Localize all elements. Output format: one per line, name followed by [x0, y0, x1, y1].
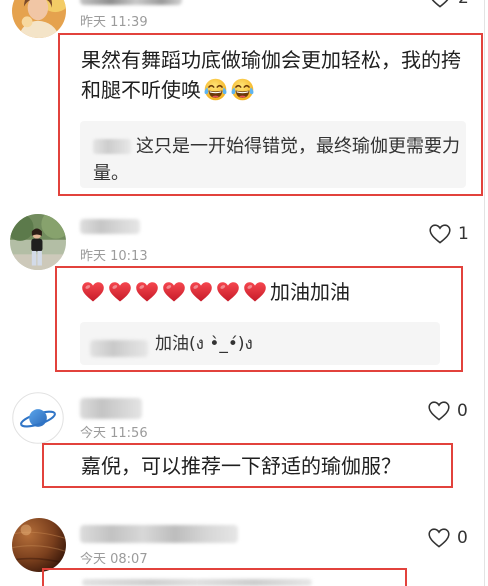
comment-text: 果然有舞蹈功底做瑜伽会更加轻松，我的挎和腿不听使唤 — [81, 45, 473, 105]
timestamp: 昨天 10:13 — [80, 249, 148, 264]
face-with-tears-of-joy-icon — [204, 78, 227, 101]
comment-text-content: 加油加油 — [270, 280, 350, 304]
red-heart-icon — [244, 282, 266, 302]
red-heart-icon — [190, 282, 212, 302]
timestamp: 今天 11:56 — [80, 426, 148, 441]
heart-outline-icon — [429, 224, 451, 244]
username[interactable] — [80, 525, 238, 543]
reply-text-content: 这只是一开始得错觉，最终瑜伽更需要力量。 — [93, 136, 460, 184]
red-heart-icon — [163, 282, 185, 302]
comment: 昨天 10:13 1 加油加油 加油(ง •̀_•́)ง — [0, 205, 488, 377]
planet-icon — [12, 392, 64, 444]
comment: 今天 08:07 0 — [0, 510, 488, 586]
heart-outline-icon — [428, 528, 450, 548]
reply-text: 加油(ง •̀_•́)ง — [155, 332, 253, 356]
avatar[interactable] — [12, 0, 66, 38]
like-count: 2 — [458, 0, 469, 8]
reply-username[interactable] — [90, 340, 148, 357]
timestamp: 今天 08:07 — [80, 552, 148, 567]
timestamp: 昨天 11:39 — [80, 15, 148, 30]
comment-text-content: 嘉倪，可以推荐一下舒适的瑜伽服？ — [81, 454, 401, 478]
like-button[interactable]: 0 — [428, 400, 468, 422]
comment-emojis — [81, 280, 270, 304]
like-button[interactable]: 1 — [429, 223, 469, 245]
avatar-image — [10, 214, 66, 270]
reply-username[interactable] — [93, 139, 131, 154]
like-button[interactable]: 2 — [429, 0, 469, 9]
reply-text: 这只是一开始得错觉，最终瑜伽更需要力量。 — [93, 133, 465, 187]
avatar[interactable] — [12, 518, 66, 572]
username[interactable] — [80, 398, 142, 419]
comment-text-content: 果然有舞蹈功底做瑜伽会更加轻松，我的挎和腿不听使唤 — [81, 48, 461, 102]
like-button[interactable]: 0 — [428, 527, 468, 549]
avatar-image — [12, 0, 66, 38]
username[interactable] — [80, 0, 182, 5]
redacted-comment-text — [82, 579, 312, 586]
like-count: 1 — [458, 224, 469, 244]
comment: 昨天 11:39 2 果然有舞蹈功底做瑜伽会更加轻松，我的挎和腿不听使唤 这只是… — [0, 0, 488, 200]
red-heart-icon — [82, 282, 104, 302]
reply-text-content: 加油(ง •̀_•́)ง — [155, 334, 253, 354]
comment: 今天 11:56 0 嘉倪，可以推荐一下舒适的瑜伽服？ — [0, 385, 488, 493]
red-heart-icon — [217, 282, 239, 302]
like-count: 0 — [457, 528, 468, 548]
reply-preview[interactable]: 这只是一开始得错觉，最终瑜伽更需要力量。 — [80, 121, 466, 188]
avatar[interactable] — [10, 214, 66, 270]
reply-preview[interactable]: 加油(ง •̀_•́)ง — [80, 322, 440, 365]
red-heart-icon — [109, 282, 131, 302]
heart-outline-icon — [431, 0, 449, 8]
face-with-tears-of-joy-icon — [231, 78, 254, 101]
red-heart-icon — [136, 282, 158, 302]
like-count: 0 — [457, 401, 468, 421]
comment-emojis — [201, 78, 255, 102]
avatar-image — [12, 518, 66, 572]
comment-text: 加油加油 — [81, 277, 350, 307]
heart-outline-icon — [428, 401, 450, 421]
username[interactable] — [80, 219, 140, 234]
avatar[interactable] — [12, 392, 64, 444]
comment-text: 嘉倪，可以推荐一下舒适的瑜伽服？ — [81, 451, 401, 481]
